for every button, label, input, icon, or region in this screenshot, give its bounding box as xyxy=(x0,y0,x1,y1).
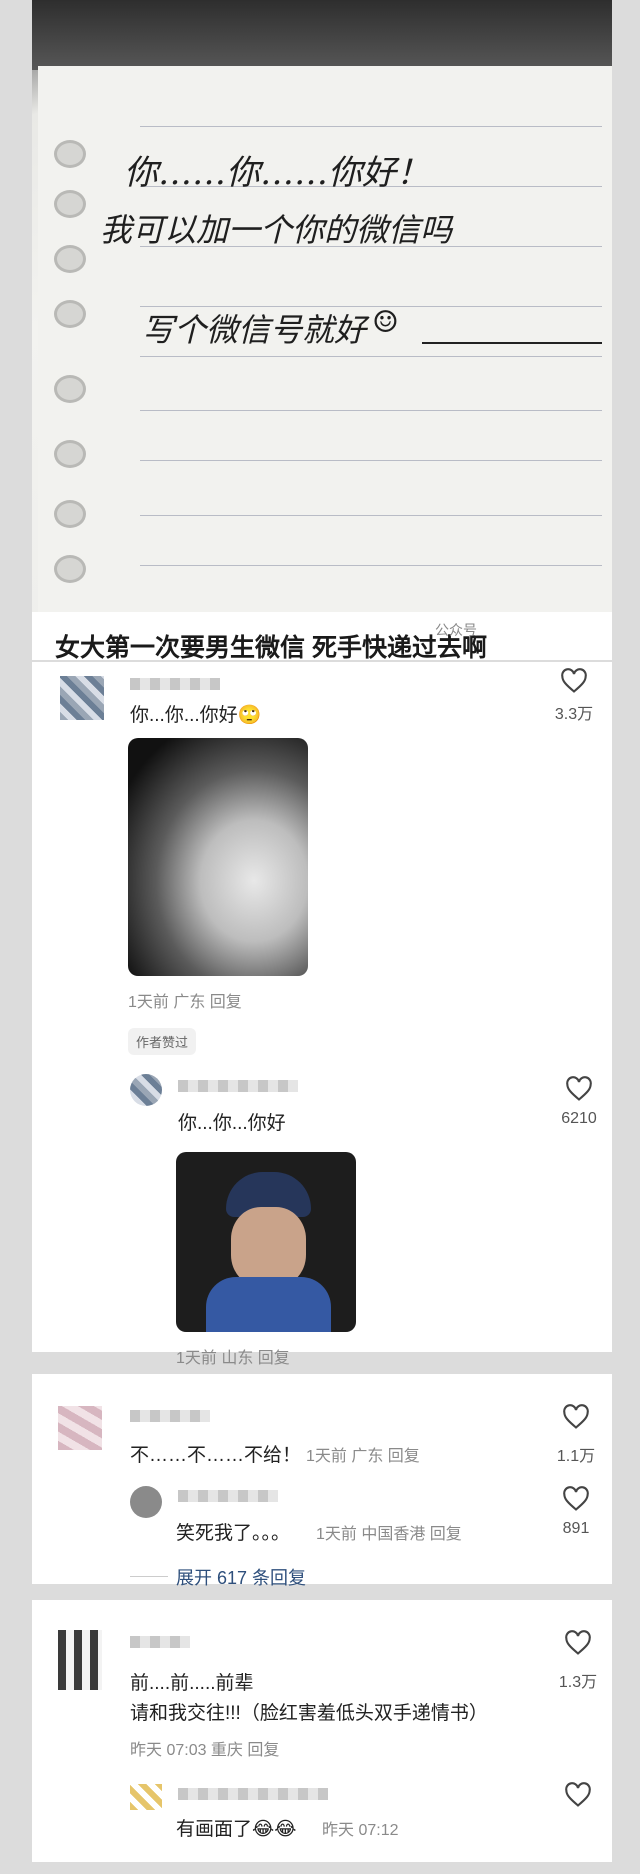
post-caption: 女大第一次要男生微信 死手快递过去啊 xyxy=(55,634,487,662)
avatar[interactable] xyxy=(130,1784,162,1810)
like-count: 6210 xyxy=(561,1110,597,1127)
comment-meta[interactable]: 1天前 广东 回复 xyxy=(128,988,242,1012)
wechat-id-blank xyxy=(422,342,602,344)
reply-text: 笑死我了。。。 xyxy=(176,1523,291,1544)
note-line-1: 你……你……你好！ xyxy=(124,153,430,193)
photo-top-shadow xyxy=(32,0,612,70)
expand-divider xyxy=(130,1576,168,1577)
username-blurred[interactable] xyxy=(178,1080,298,1092)
notebook-ring xyxy=(54,300,86,328)
avatar[interactable] xyxy=(58,1406,102,1450)
comment-card-2 xyxy=(32,1374,612,1584)
username-blurred[interactable] xyxy=(130,1636,190,1648)
username-blurred[interactable] xyxy=(178,1490,278,1502)
comment-meta[interactable]: 昨天 07:03 重庆 回复 xyxy=(130,1736,279,1760)
post-image[interactable]: 你……你……你好！ 我可以加一个你的微信吗 写个微信号就好 ☺ xyxy=(32,0,612,612)
heart-icon[interactable] xyxy=(562,1486,590,1512)
like-count: 1.1万 xyxy=(556,1448,596,1465)
ruled-line xyxy=(140,515,602,516)
ruled-line xyxy=(140,460,602,461)
like-count: 1.3万 xyxy=(558,1674,598,1691)
ruled-line xyxy=(140,126,602,127)
reply-meta[interactable]: 1天前 中国香港 回复 xyxy=(316,1520,462,1544)
reply-text: 有画面了😂😂 xyxy=(176,1819,297,1840)
ruled-line xyxy=(140,410,602,411)
face-shape xyxy=(231,1207,306,1287)
comment-image-face[interactable] xyxy=(128,738,308,976)
comment-meta[interactable]: 1天前 广东 回复 xyxy=(306,1442,420,1466)
avatar[interactable] xyxy=(58,1630,102,1690)
reply-meta[interactable]: 昨天 07:12 xyxy=(322,1816,399,1840)
note-line-2: 我可以加一个你的微信吗 xyxy=(100,211,453,249)
reply-text: 你...你...你好 xyxy=(178,1113,286,1134)
notebook-ring xyxy=(54,190,86,218)
notebook-ring xyxy=(54,440,86,468)
heart-icon[interactable] xyxy=(564,1782,592,1808)
avatar[interactable] xyxy=(60,676,104,720)
comment-text: 不……不……不给！ xyxy=(130,1445,302,1466)
username-blurred[interactable] xyxy=(130,1410,210,1422)
expand-replies-button[interactable]: 展开 617 条回复 xyxy=(176,1564,306,1590)
username-blurred[interactable] xyxy=(130,678,220,690)
avatar[interactable] xyxy=(130,1074,162,1106)
like-count: 891 xyxy=(562,1520,590,1537)
like-count: 3.3万 xyxy=(554,706,594,723)
comment-text: 你...你...你好🙄 xyxy=(130,705,262,726)
watermark: 公众号 xyxy=(435,622,477,638)
ruled-line xyxy=(140,565,602,566)
heart-icon[interactable] xyxy=(562,1404,590,1430)
notebook-ring xyxy=(54,500,86,528)
avatar[interactable] xyxy=(130,1486,162,1518)
note-line-3: 写个微信号就好 xyxy=(142,311,367,349)
comment-text-line2: 请和我交往!!!（脸红害羞低头双手递情书） xyxy=(130,1703,488,1724)
username-blurred[interactable] xyxy=(178,1788,328,1800)
comment-text-line1: 前....前.....前辈 xyxy=(130,1673,254,1694)
heart-icon[interactable] xyxy=(565,1076,593,1102)
notebook-ring xyxy=(54,375,86,403)
grin-emoji-drawing: ☺ xyxy=(372,305,399,340)
ruled-line xyxy=(140,356,602,357)
notebook-ring xyxy=(54,245,86,273)
reply-meta[interactable]: 1天前 山东 回复 xyxy=(176,1344,290,1368)
author-liked-badge: 作者赞过 xyxy=(128,1028,197,1055)
heart-icon[interactable] xyxy=(560,668,588,694)
heart-icon[interactable] xyxy=(564,1630,592,1656)
jacket-shape xyxy=(206,1277,331,1332)
notebook-ring xyxy=(54,555,86,583)
notebook-ring xyxy=(54,140,86,168)
reply-image-man[interactable] xyxy=(176,1152,356,1332)
